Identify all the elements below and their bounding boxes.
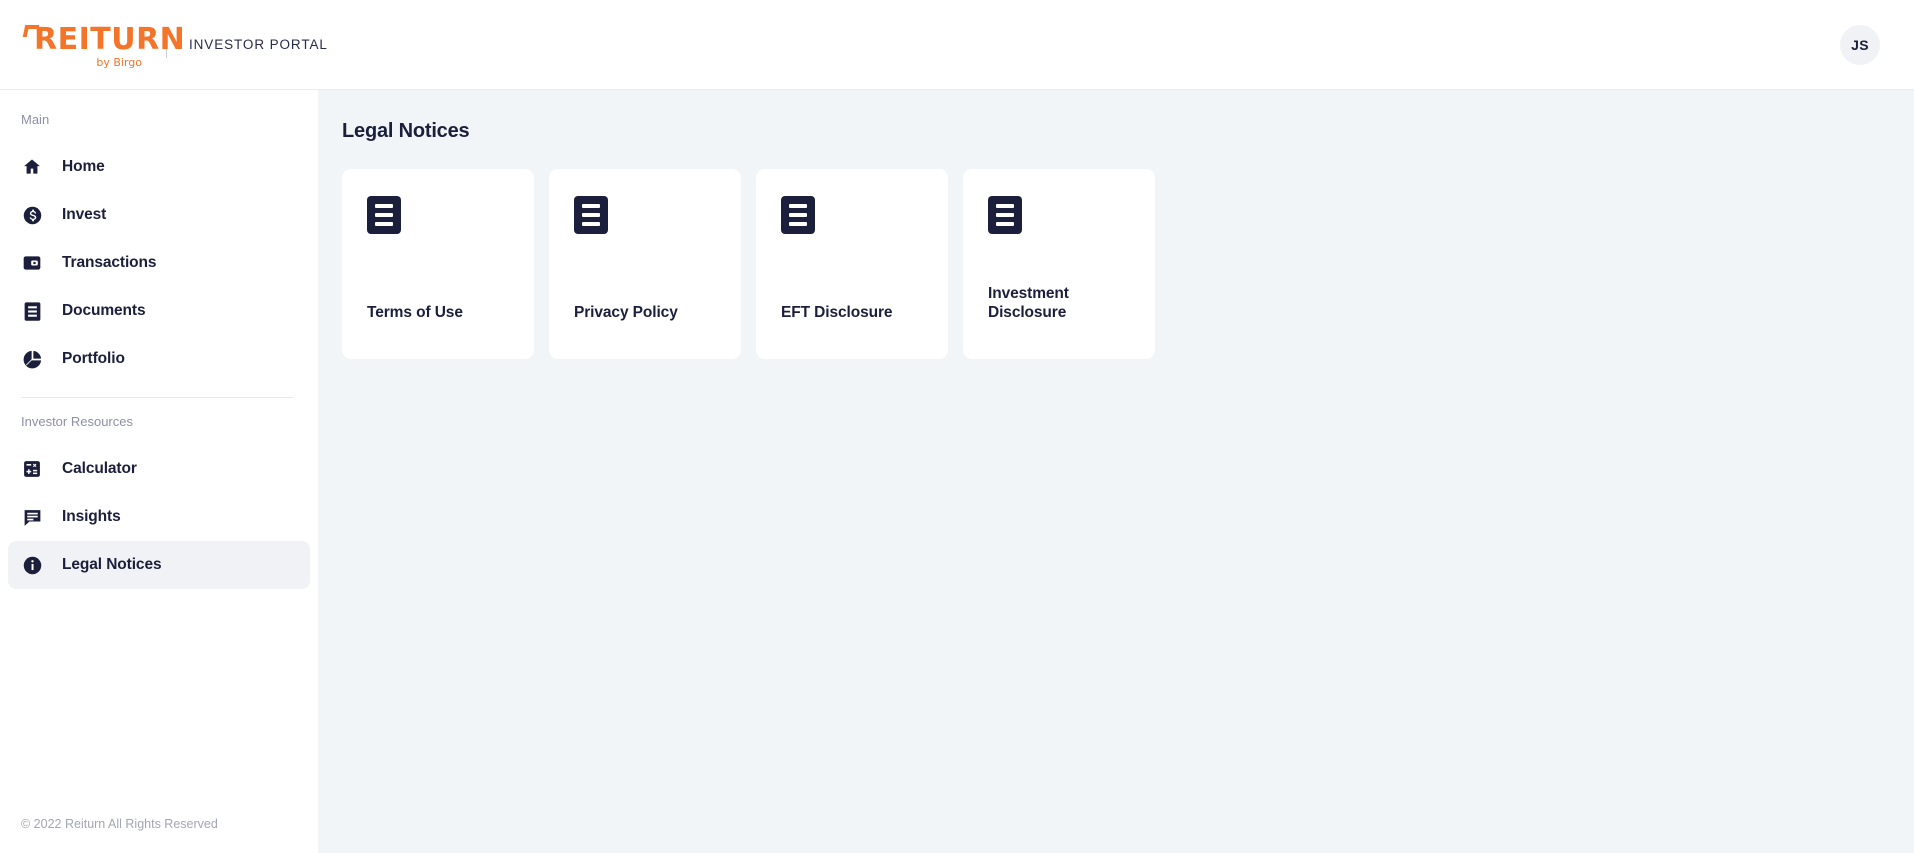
app-root: REITURN by Birgo INVESTOR PORTAL JS Main… [0,0,1914,853]
sidebar: Main Home Invest Transactions Documents … [0,90,318,853]
sidebar-item-label: Portfolio [62,350,125,367]
sidebar-item-label: Documents [62,302,146,319]
sidebar-nav-resources: Calculator Insights Legal Notices [0,445,318,589]
sidebar-item-insights[interactable]: Insights [8,493,310,541]
reiturn-logo[interactable]: REITURN by Birgo [22,22,185,69]
legal-notice-card-terms-of-use[interactable]: Terms of Use [342,169,534,359]
sidebar-item-label: Legal Notices [62,556,162,573]
document-lines-icon [988,196,1022,234]
sidebar-item-invest[interactable]: Invest [8,191,310,239]
chat-bubble-icon [21,506,43,528]
home-icon [21,156,43,178]
card-title: Investment Disclosure [988,285,1069,322]
body-row: Main Home Invest Transactions Documents … [0,90,1914,853]
legal-notices-card-grid: Terms of Use Privacy Policy EFT Disclosu… [342,169,1914,359]
sidebar-item-documents[interactable]: Documents [8,287,310,335]
brand[interactable]: REITURN by Birgo INVESTOR PORTAL [22,22,328,69]
card-spacer [574,234,716,304]
card-spacer [367,234,509,304]
portal-label: INVESTOR PORTAL [189,37,328,52]
sidebar-item-label: Transactions [62,254,157,271]
document-lines-icon [574,196,608,234]
avatar[interactable]: JS [1840,24,1880,65]
sidebar-nav-main: Home Invest Transactions Documents Portf… [0,143,318,383]
sidebar-item-transactions[interactable]: Transactions [8,239,310,287]
document-lines-icon [781,196,815,234]
legal-notice-card-eft-disclosure[interactable]: EFT Disclosure [756,169,948,359]
sidebar-item-label: Calculator [62,460,137,477]
logo-tagline: by Birgo [96,55,142,69]
calculator-icon [21,458,43,480]
card-title: Terms of Use [367,304,463,322]
sidebar-item-calculator[interactable]: Calculator [8,445,310,493]
card-title: Privacy Policy [574,304,678,322]
sidebar-item-label: Home [62,158,105,175]
sidebar-item-home[interactable]: Home [8,143,310,191]
card-title: EFT Disclosure [781,304,893,322]
app-header: REITURN by Birgo INVESTOR PORTAL JS [0,0,1914,90]
main-content: Legal Notices Terms of Use Privacy Polic… [318,90,1914,853]
document-lines-icon [367,196,401,234]
legal-notice-card-privacy-policy[interactable]: Privacy Policy [549,169,741,359]
sidebar-item-label: Invest [62,206,107,223]
sidebar-item-legal-notices[interactable]: Legal Notices [8,541,310,589]
sidebar-section-label-main: Main [21,112,50,127]
pie-chart-icon [21,348,43,370]
legal-notice-card-investment-disclosure[interactable]: Investment Disclosure [963,169,1155,359]
dollar-circle-icon [21,204,43,226]
page-title: Legal Notices [342,120,470,142]
document-icon [21,300,43,322]
logo-wordmark: REITURN [34,21,186,57]
copyright-footer: © 2022 Reiturn All Rights Reserved [21,817,218,831]
card-spacer [781,234,923,304]
sidebar-item-portfolio[interactable]: Portfolio [8,335,310,383]
info-circle-icon [21,554,43,576]
sidebar-section-label-resources: Investor Resources [21,414,133,429]
sidebar-item-label: Insights [62,508,121,525]
card-spacer [988,234,1130,285]
wallet-icon [21,252,43,274]
